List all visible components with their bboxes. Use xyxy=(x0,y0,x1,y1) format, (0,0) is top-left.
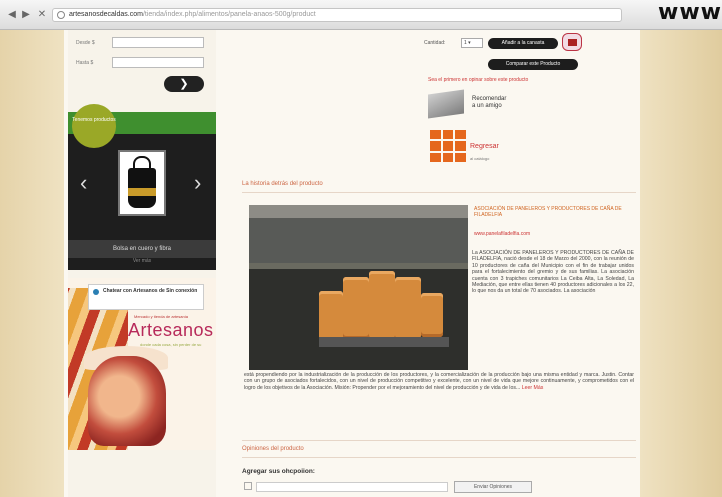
carousel-prev-icon[interactable]: ‹ xyxy=(80,170,87,196)
article-title: ASOCIACIÓN DE PANELEROS Y PRODUCTORES DE… xyxy=(474,206,622,218)
add-opinion-title: Agregar sus ohcpoiion: xyxy=(242,468,315,475)
price-from-input[interactable] xyxy=(112,37,204,48)
envelope-icon[interactable] xyxy=(428,89,464,119)
article-body-text: está propendiendo por la industrializaci… xyxy=(244,372,634,391)
read-more-link[interactable]: Leer Más xyxy=(522,385,544,391)
promo-caption[interactable]: Bolsa en cuero y fibra xyxy=(68,240,216,258)
compare-button[interactable]: Comparar este Producto xyxy=(488,59,578,70)
submit-opinion-button[interactable]: Enviar Opiniones xyxy=(454,481,532,493)
chat-status-icon xyxy=(93,289,99,295)
portrait-image xyxy=(88,356,166,446)
product-photo xyxy=(249,205,468,370)
promo-more-link[interactable]: Ver más xyxy=(68,258,216,264)
quantity-select[interactable]: 1 ▾ xyxy=(461,38,483,48)
price-from-label: Desde $ xyxy=(76,40,95,46)
rating-icon[interactable] xyxy=(244,482,252,490)
add-to-cart-button[interactable]: Añadir a la canasta xyxy=(488,38,558,49)
article-url-link[interactable]: www.panelafiladelfia.com xyxy=(474,231,530,237)
banner-title: Artesanos xyxy=(128,320,214,340)
product-thumbnail[interactable] xyxy=(118,150,166,216)
history-section-title: La historia detrás del producto xyxy=(242,181,323,187)
featured-product-carousel: Tenemos productos ‹ › Bolsa en cuero y f… xyxy=(68,104,216,270)
address-bar[interactable]: artesanosdecaldas.com/tienda/index.php/a… xyxy=(52,8,622,22)
price-to-label: Hasta $ xyxy=(76,60,94,66)
opinions-divider-2 xyxy=(242,457,636,458)
cart-icon[interactable] xyxy=(562,33,582,51)
opinion-input[interactable] xyxy=(256,482,448,492)
handbag-image xyxy=(128,156,156,208)
stop-button[interactable]: ✕ xyxy=(36,9,48,21)
banner-subtitle: Mercado y tienda de artesanía xyxy=(134,314,189,319)
browser-toolbar: ◀ ▶ ✕ artesanosdecaldas.com/tienda/index… xyxy=(0,0,722,30)
url-path: /tienda/index.php/alimentos/panela-anaos… xyxy=(142,11,316,18)
first-review-link[interactable]: Sea el primero en opinar sobre este prod… xyxy=(428,77,528,83)
recommend-link[interactable]: Recomendar a un amigo xyxy=(472,96,506,110)
globe-icon xyxy=(57,11,65,19)
chat-widget[interactable]: Chatear con Artesanos de Sin conexión xyxy=(88,284,204,310)
article-body-column: La ASOCIACIÓN DE PANELEROS Y PRODUCTORES… xyxy=(472,250,634,295)
price-filter-go-button[interactable]: ❯ xyxy=(164,76,204,92)
photo-rack xyxy=(249,263,468,269)
artesanos-banner: Chatear con Artesanos de Sin conexión Me… xyxy=(68,278,216,450)
recommend-line-1: Recomendar xyxy=(472,96,507,102)
forward-button[interactable]: ▶ xyxy=(20,9,32,21)
opinions-section-title: Opiniones del producto xyxy=(242,446,304,452)
watermark-text: www xyxy=(658,0,722,25)
sidebar: Desde $ Hasta $ ❯ Tenemos productos ‹ › … xyxy=(68,30,216,497)
page-background-left xyxy=(0,30,64,497)
article-body-full: está propendiendo por la industrializaci… xyxy=(244,372,634,391)
quantity-label: Cantidad: xyxy=(424,40,446,46)
chat-text: Chatear con Artesanos de Sin conexión xyxy=(103,288,198,294)
catalog-grid-icon[interactable] xyxy=(430,130,466,162)
arrow-right-icon: ❯ xyxy=(179,78,189,90)
section-divider xyxy=(242,192,636,193)
url-host: artesanosdecaldas.com xyxy=(69,11,143,18)
page-background-right xyxy=(640,30,722,497)
opinions-divider xyxy=(242,440,636,441)
return-catalog-sub: al catálogo xyxy=(470,156,490,161)
photo-tray xyxy=(319,337,449,347)
recommend-line-2: a un amigo xyxy=(472,103,502,109)
carousel-next-icon[interactable]: › xyxy=(194,170,201,196)
promo-badge: Tenemos productos xyxy=(72,104,116,148)
price-to-input[interactable] xyxy=(112,57,204,68)
return-catalog-link[interactable]: Regresar xyxy=(470,143,499,150)
back-button[interactable]: ◀ xyxy=(6,9,18,21)
